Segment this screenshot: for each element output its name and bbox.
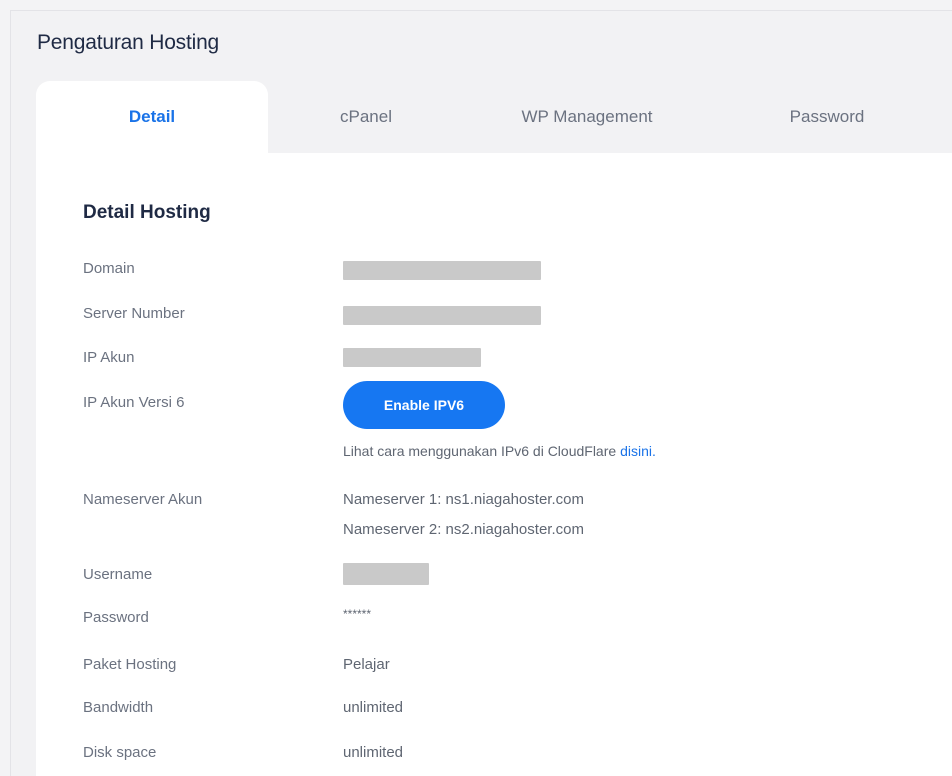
hosting-settings-frame: Pengaturan Hosting Detail cPanel WP Mana… bbox=[10, 10, 952, 776]
section-title: Detail Hosting bbox=[83, 202, 211, 223]
detail-panel: Detail Hosting Domain Server Number IP A… bbox=[36, 153, 952, 776]
bandwidth-label: Bandwidth bbox=[83, 699, 154, 716]
nameserver-2-value: Nameserver 2: ns2.niagahoster.com bbox=[343, 521, 584, 538]
paket-hosting-label: Paket Hosting bbox=[83, 656, 177, 673]
server-number-value-redacted bbox=[343, 306, 541, 325]
domain-label: Domain bbox=[83, 260, 135, 277]
ip-akun-value-redacted bbox=[343, 348, 481, 367]
server-number-label: Server Number bbox=[83, 305, 185, 322]
paket-hosting-value: Pelajar bbox=[343, 656, 390, 673]
nameserver-label: Nameserver Akun bbox=[83, 491, 203, 508]
ipv6-label: IP Akun Versi 6 bbox=[83, 394, 185, 411]
password-value: ****** bbox=[343, 607, 372, 621]
ipv6-note: Lihat cara menggunakan IPv6 di CloudFlar… bbox=[343, 443, 656, 459]
enable-ipv6-button[interactable]: Enable IPV6 bbox=[343, 381, 505, 429]
ipv6-help-link[interactable]: disini. bbox=[620, 443, 656, 459]
ipv6-note-text: Lihat cara menggunakan IPv6 di CloudFlar… bbox=[343, 443, 617, 459]
disk-space-label: Disk space bbox=[83, 744, 157, 761]
domain-value-redacted bbox=[343, 261, 541, 280]
disk-space-value: unlimited bbox=[343, 744, 404, 761]
page-title: Pengaturan Hosting bbox=[37, 31, 220, 54]
password-label: Password bbox=[83, 609, 149, 626]
bandwidth-value: unlimited bbox=[343, 699, 404, 716]
username-value-redacted bbox=[343, 563, 429, 585]
ip-akun-label: IP Akun bbox=[83, 349, 135, 366]
username-label: Username bbox=[83, 566, 153, 583]
nameserver-1-value: Nameserver 1: ns1.niagahoster.com bbox=[343, 491, 584, 508]
